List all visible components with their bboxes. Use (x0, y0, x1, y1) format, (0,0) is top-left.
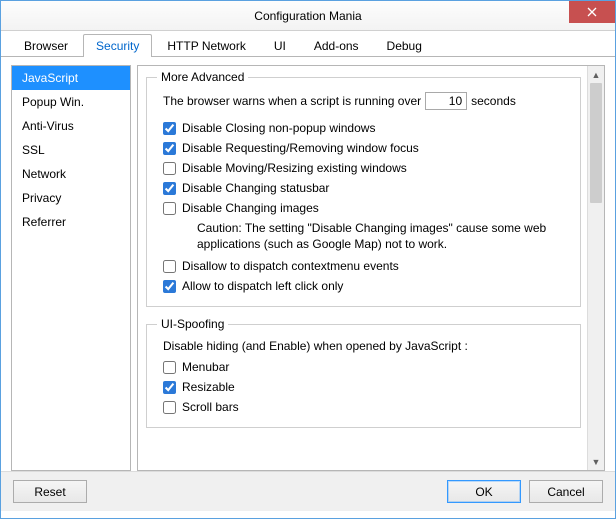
settings-panel: More Advanced The browser warns when a s… (137, 65, 605, 471)
window-title: Configuration Mania (254, 9, 361, 23)
checkbox[interactable] (163, 260, 176, 273)
checkbox[interactable] (163, 401, 176, 414)
group-ui-spoofing: UI-Spoofing Disable hiding (and Enable) … (146, 317, 581, 428)
ok-button[interactable]: OK (447, 480, 521, 503)
checkbox[interactable] (163, 142, 176, 155)
checkbox[interactable] (163, 381, 176, 394)
sidebar-item-javascript[interactable]: JavaScript (12, 66, 130, 90)
opt-resizable[interactable]: Resizable (157, 377, 570, 397)
sidebar-item-ssl[interactable]: SSL (12, 138, 130, 162)
checkbox[interactable] (163, 182, 176, 195)
checkbox[interactable] (163, 280, 176, 293)
opt-disable-closing-nonpopup[interactable]: Disable Closing non-popup windows (157, 118, 570, 138)
opt-disallow-contextmenu[interactable]: Disallow to dispatch contextmenu events (157, 256, 570, 276)
checkbox-label: Disable Changing images (182, 201, 319, 215)
group-more-advanced: More Advanced The browser warns when a s… (146, 70, 581, 307)
opt-disable-window-focus[interactable]: Disable Requesting/Removing window focus (157, 138, 570, 158)
tab-strip: Browser Security HTTP Network UI Add-ons… (1, 31, 615, 57)
sidebar-item-privacy[interactable]: Privacy (12, 186, 130, 210)
title-bar: Configuration Mania (1, 1, 615, 31)
tab-http-network[interactable]: HTTP Network (154, 34, 258, 57)
checkbox-label: Disable Changing statusbar (182, 181, 329, 195)
dialog-footer: Reset OK Cancel (1, 471, 615, 511)
checkbox-label: Disable Closing non-popup windows (182, 121, 375, 135)
sidebar: JavaScript Popup Win. Anti-Virus SSL Net… (11, 65, 131, 471)
scroll-down-arrow-icon[interactable]: ▼ (588, 453, 604, 470)
caution-text: Caution: The setting "Disable Changing i… (157, 218, 570, 256)
cancel-button[interactable]: Cancel (529, 480, 603, 503)
close-button[interactable] (569, 1, 615, 23)
opt-disable-changing-images[interactable]: Disable Changing images (157, 198, 570, 218)
checkbox-label: Disallow to dispatch contextmenu events (182, 259, 399, 273)
script-warn-prefix: The browser warns when a script is runni… (163, 94, 421, 108)
checkbox-label: Menubar (182, 360, 229, 374)
reset-button[interactable]: Reset (13, 480, 87, 503)
sidebar-item-referrer[interactable]: Referrer (12, 210, 130, 234)
close-icon (587, 7, 597, 17)
scroll-thumb[interactable] (590, 83, 602, 203)
sidebar-item-anti-virus[interactable]: Anti-Virus (12, 114, 130, 138)
checkbox[interactable] (163, 162, 176, 175)
opt-disable-move-resize[interactable]: Disable Moving/Resizing existing windows (157, 158, 570, 178)
opt-scroll-bars[interactable]: Scroll bars (157, 397, 570, 417)
checkbox[interactable] (163, 202, 176, 215)
content-area: JavaScript Popup Win. Anti-Virus SSL Net… (1, 57, 615, 471)
group-more-advanced-legend: More Advanced (157, 70, 248, 84)
group-ui-spoofing-legend: UI-Spoofing (157, 317, 228, 331)
tab-security[interactable]: Security (83, 34, 152, 57)
scroll-up-arrow-icon[interactable]: ▲ (588, 66, 604, 83)
script-warn-row: The browser warns when a script is runni… (157, 90, 570, 118)
opt-disable-statusbar[interactable]: Disable Changing statusbar (157, 178, 570, 198)
tab-browser[interactable]: Browser (11, 34, 81, 57)
checkbox-label: Allow to dispatch left click only (182, 279, 343, 293)
vertical-scrollbar[interactable]: ▲ ▼ (587, 66, 604, 470)
opt-menubar[interactable]: Menubar (157, 357, 570, 377)
sidebar-item-popup-win[interactable]: Popup Win. (12, 90, 130, 114)
settings-panel-inner: More Advanced The browser warns when a s… (138, 66, 587, 470)
checkbox-label: Scroll bars (182, 400, 239, 414)
tab-ui[interactable]: UI (261, 34, 299, 57)
script-warn-seconds-input[interactable] (425, 92, 467, 110)
opt-allow-left-click-only[interactable]: Allow to dispatch left click only (157, 276, 570, 296)
checkbox-label: Disable Requesting/Removing window focus (182, 141, 419, 155)
ui-spoofing-subhead: Disable hiding (and Enable) when opened … (157, 337, 570, 357)
checkbox-label: Disable Moving/Resizing existing windows (182, 161, 407, 175)
tab-addons[interactable]: Add-ons (301, 34, 372, 57)
checkbox-label: Resizable (182, 380, 235, 394)
script-warn-suffix: seconds (471, 94, 516, 108)
sidebar-item-network[interactable]: Network (12, 162, 130, 186)
checkbox[interactable] (163, 122, 176, 135)
checkbox[interactable] (163, 361, 176, 374)
tab-debug[interactable]: Debug (374, 34, 435, 57)
